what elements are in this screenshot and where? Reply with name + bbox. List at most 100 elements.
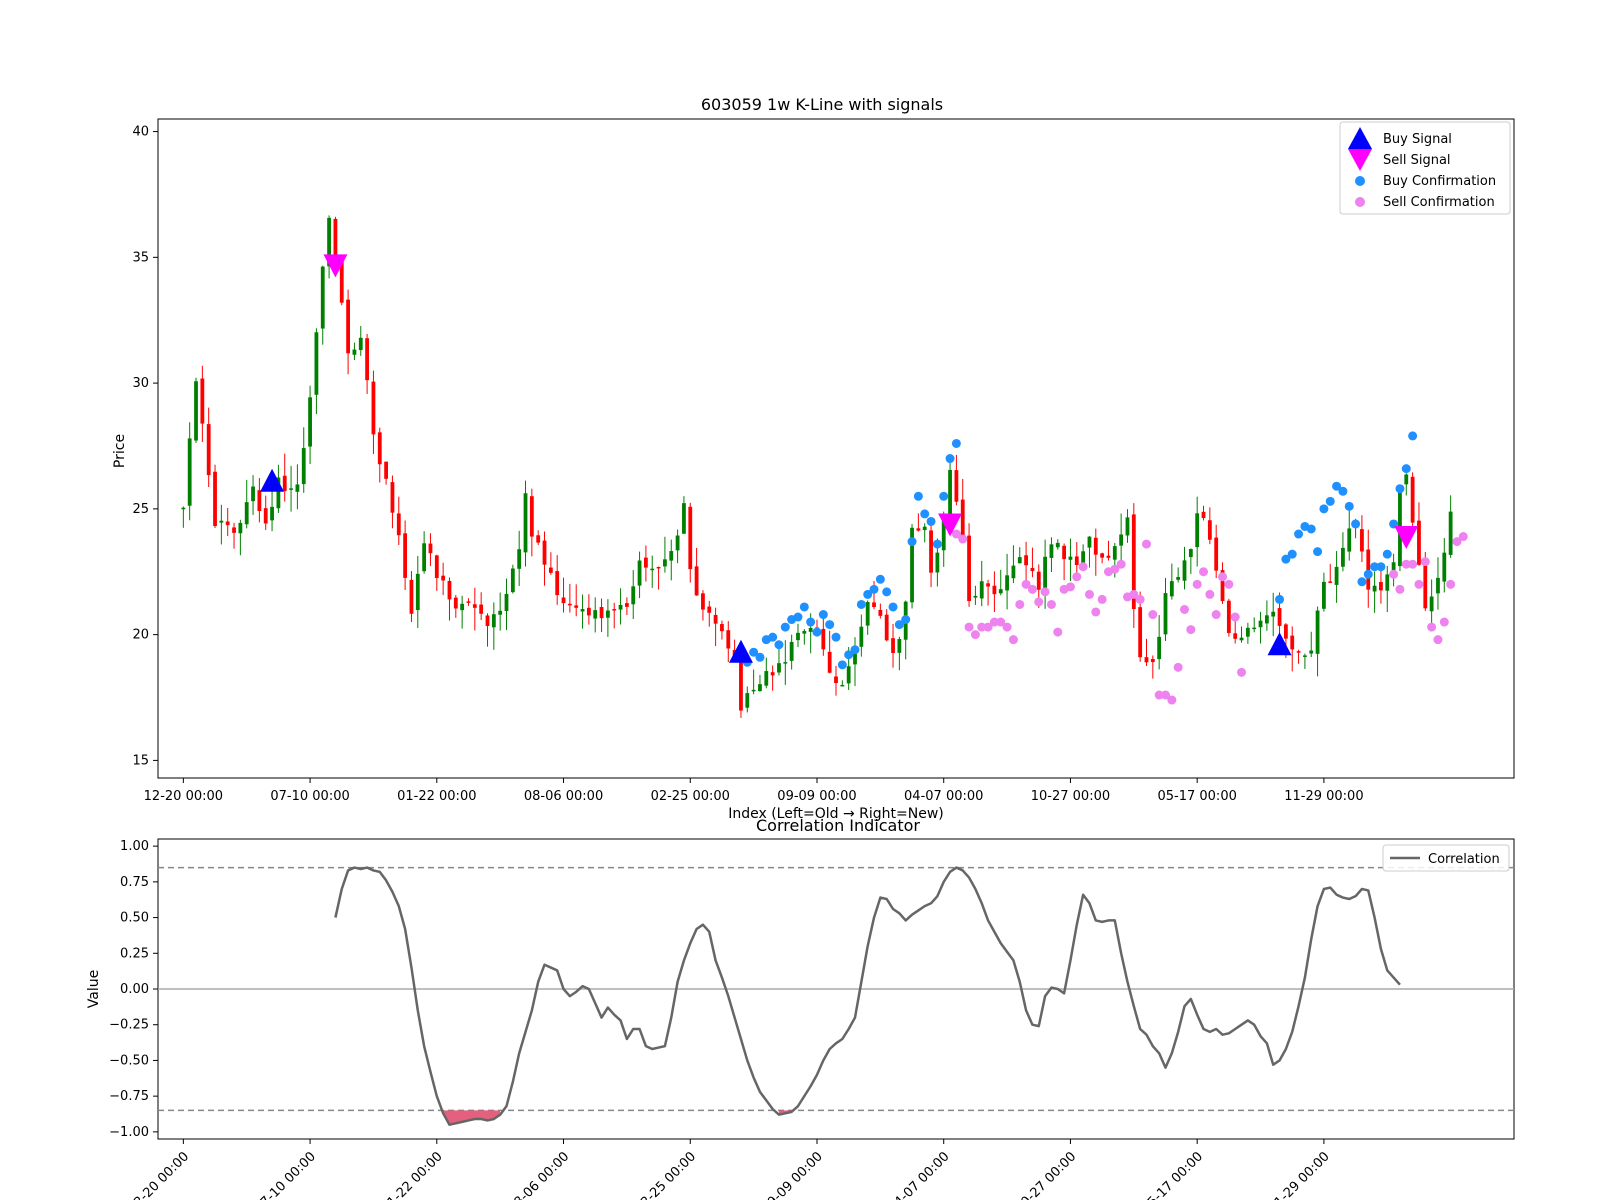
candle-body: [498, 610, 503, 615]
candle-body: [289, 488, 293, 490]
candle-body: [301, 448, 306, 485]
legend-buy-confirmation-label: Buy Confirmation: [1383, 174, 1496, 189]
candle-body: [1062, 545, 1067, 560]
candle-body: [1347, 528, 1352, 552]
buy-confirmation-point: [1325, 496, 1335, 506]
kline-x-tick-label: 07-10 00:00: [270, 789, 349, 804]
candle-body: [1138, 607, 1143, 658]
sell-confirmation-point: [1458, 532, 1468, 542]
candle-body: [453, 597, 458, 609]
buy-confirmation-point: [755, 652, 765, 662]
candle-body: [1385, 574, 1390, 591]
candle-body: [1341, 547, 1345, 567]
kline-x-tick-label: 08-06 00:00: [524, 789, 603, 804]
candle-body: [1068, 556, 1073, 560]
sell-confirmation-point: [1135, 594, 1145, 604]
correlation-y-tick-label: −0.25: [109, 1018, 149, 1033]
candle-body: [739, 656, 743, 711]
correlation-plot-area: [158, 866, 1514, 1126]
buy-confirmation-point: [1351, 519, 1361, 529]
buy-confirmation-point: [926, 516, 936, 526]
candle-body: [922, 526, 927, 531]
candle-body: [472, 604, 477, 608]
sell-confirmation-point: [1053, 627, 1063, 637]
candle-body: [960, 499, 965, 538]
sell-confirmation-point: [1408, 559, 1418, 569]
candle-body: [720, 624, 724, 632]
candle-body: [1315, 610, 1320, 654]
correlation-x-tick-label: 12-20 00:00: [125, 1149, 192, 1200]
sell-confirmation-point: [1389, 569, 1399, 579]
candle-body: [466, 601, 471, 603]
candle-body: [688, 506, 693, 570]
buy-confirmation-point: [1306, 524, 1316, 534]
buy-confirmation-point: [837, 660, 847, 670]
candle-body: [701, 593, 705, 610]
candle-body: [758, 684, 762, 692]
candle-body: [352, 349, 357, 355]
candle-body: [219, 520, 224, 523]
candle-body: [561, 597, 566, 604]
candle-body: [377, 432, 382, 465]
buy-confirmation-point: [818, 610, 828, 620]
candle-body: [263, 508, 268, 524]
candle-body: [1302, 655, 1307, 657]
kline-y-tick-label: 35: [132, 250, 149, 265]
kline-y-tick-label: 20: [132, 628, 149, 643]
candle-body: [580, 609, 585, 612]
candle-body: [1404, 474, 1409, 485]
sell-confirmation-point: [1141, 539, 1151, 549]
candle-body: [1049, 544, 1054, 558]
buy-confirmation-point: [932, 539, 942, 549]
legend-sell-confirmation-label: Sell Confirmation: [1383, 195, 1495, 210]
candle-body: [396, 513, 401, 536]
sell-confirmation-point: [1180, 604, 1190, 614]
legend-sell-confirmation-icon: [1355, 197, 1365, 207]
candle-body: [859, 626, 864, 647]
candle-body: [1322, 581, 1326, 609]
candle-body: [624, 603, 629, 607]
kline-y-tick-label: 15: [132, 753, 149, 768]
candle-body: [1277, 608, 1282, 626]
buy-confirmation-point: [945, 454, 955, 464]
candle-body: [574, 605, 579, 608]
candle-body: [1296, 651, 1301, 653]
candle-body: [517, 549, 522, 569]
sell-confirmation-point: [970, 630, 980, 640]
candle-body: [320, 266, 325, 329]
correlation-x-tick-label: 09-09 00:00: [759, 1149, 826, 1200]
candle-body: [1436, 577, 1440, 594]
candle-body: [244, 502, 249, 525]
sell-confirmation-point: [1034, 597, 1044, 607]
candle-body: [618, 604, 623, 610]
candle-body: [1188, 549, 1193, 558]
candle-body: [1410, 476, 1415, 523]
candle-body: [1043, 556, 1048, 593]
candle-body: [796, 632, 800, 641]
candle-body: [1442, 552, 1447, 582]
candle-body: [384, 461, 389, 479]
buy-confirmation-point: [888, 602, 898, 612]
sell-confirmation-point: [1211, 610, 1221, 620]
legend-buy-signal-label: Buy Signal: [1383, 132, 1452, 147]
sell-confirmation-point: [1065, 582, 1075, 592]
candle-body: [1264, 615, 1269, 624]
buy-confirmation-point: [1376, 562, 1386, 572]
correlation-y-tick-label: 0.00: [120, 982, 149, 997]
candle-body: [897, 639, 902, 653]
correlation-x-tick-label: 10-27 00:00: [1013, 1149, 1080, 1200]
buy-confirmation-point: [831, 632, 841, 642]
candle-body: [1163, 593, 1168, 635]
candle-body: [1271, 611, 1276, 617]
candle-body: [1055, 542, 1060, 548]
candle-body: [929, 530, 933, 573]
candle-body: [1417, 520, 1421, 565]
candle-body: [586, 607, 591, 616]
buy-confirmation-point: [920, 509, 930, 519]
candle-body: [1005, 575, 1009, 591]
candle-body: [656, 566, 661, 569]
candle-body: [821, 628, 826, 650]
buy-confirmation-point: [882, 587, 892, 597]
sell-confirmation-point: [1218, 572, 1228, 582]
candle-body: [542, 540, 547, 565]
